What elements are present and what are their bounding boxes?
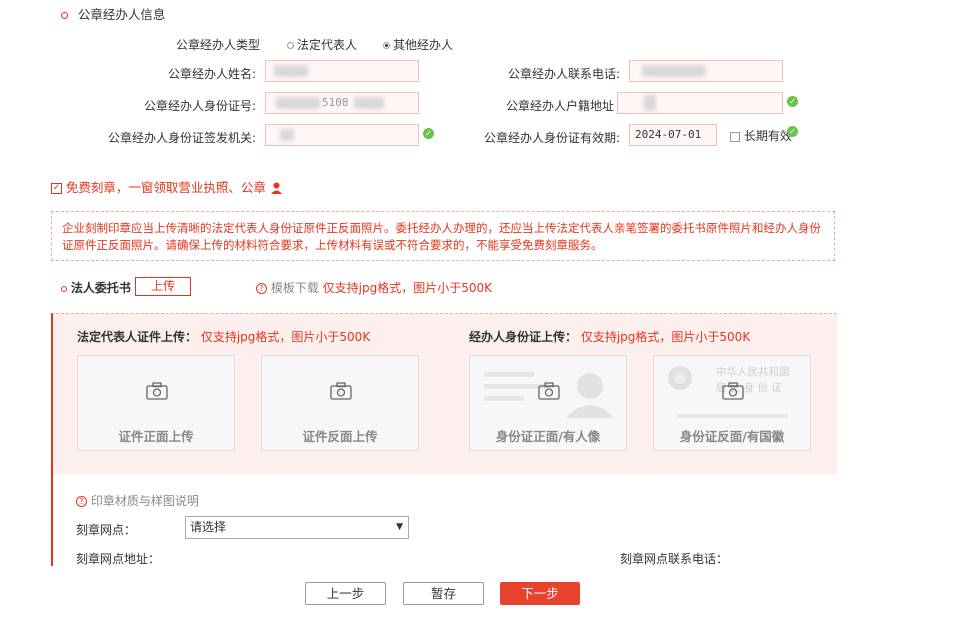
placeholder-line: [678, 414, 788, 418]
notice-text: 企业刻制印章应当上传清晰的法定代表人身份证原件正反面照片。委托经办人办理的，还应…: [62, 221, 821, 252]
authorization-label: 法人委托书: [70, 281, 131, 295]
seal-site-select[interactable]: 请选择 ▼: [185, 516, 409, 539]
issuer-label: 公章经办人身份证签发机关:: [107, 131, 256, 145]
legal-upload-title: 法定代表人证件上传：: [77, 330, 198, 344]
free-seal-label: 免费刻章，一窗领取营业执照、公章: [65, 180, 266, 195]
redacted-text: [274, 65, 308, 77]
radio-other-agent[interactable]: 其他经办人: [383, 36, 453, 53]
id-front-upload-card[interactable]: 证件正面上传: [77, 355, 235, 451]
check-circle-icon: ✓: [423, 128, 434, 139]
seal-site-address-label: 刻章网点地址：: [76, 552, 161, 566]
prev-step-button[interactable]: 上一步: [305, 582, 386, 605]
emblem-line-1: 中华人民共和国: [716, 366, 790, 378]
camera-icon: [146, 382, 168, 400]
redacted-text: [280, 129, 294, 141]
authorization-row: 法人委托书: [61, 279, 131, 296]
radio-other-agent-label: 其他经办人: [393, 38, 454, 52]
question-circle-icon: ?: [76, 496, 87, 507]
agent-phone-input[interactable]: [629, 60, 783, 82]
camera-icon: [538, 382, 560, 400]
camera-icon: [330, 382, 352, 400]
free-seal-checkbox[interactable]: ✓ 免费刻章，一窗领取营业执照、公章: [51, 177, 283, 196]
long-term-checkbox[interactable]: 长期有效: [730, 127, 792, 144]
seal-site-phone-label: 刻章网点联系电话：: [620, 552, 729, 566]
redacted-text: [276, 97, 320, 109]
household-label: 公章经办人户籍地址: [505, 99, 614, 113]
section-dot-icon: [61, 12, 68, 19]
checkbox-checked-icon: ✓: [51, 183, 62, 194]
agent-upload-header: 经办人身份证上传： 仅支持jpg格式，图片小于500K: [469, 328, 750, 345]
dropdown-arrow-icon: ▼: [396, 522, 403, 532]
seal-site-select-value: 请选择: [190, 520, 227, 534]
checkbox-icon: [730, 131, 740, 142]
template-download-row: ? 模板下载 仅支持jpg格式，图片小于500K: [256, 279, 492, 296]
agent-id-back-upload-caption: 身份证反面/有国徽: [679, 429, 785, 444]
agent-id-partial: 5108: [322, 96, 349, 109]
section-title: 公章经办人信息: [77, 7, 166, 22]
id-back-upload-card[interactable]: 证件反面上传: [261, 355, 419, 451]
authorization-upload-button[interactable]: 上传: [135, 277, 191, 296]
check-circle-icon: ✓: [787, 96, 798, 107]
notice-box: 企业刻制印章应当上传清晰的法定代表人身份证原件正反面照片。委托经办人办理的，还应…: [51, 211, 835, 261]
id-back-upload-caption: 证件反面上传: [302, 429, 378, 444]
legal-upload-header: 法定代表人证件上传： 仅支持jpg格式，图片小于500K: [77, 328, 370, 345]
check-circle-icon: ✓: [787, 126, 798, 137]
radio-legal-rep-label: 法定代表人: [297, 38, 358, 52]
section-header: 公章经办人信息: [61, 4, 165, 23]
agent-name-label: 公章经办人姓名:: [167, 67, 256, 81]
agent-upload-title: 经办人身份证上传：: [469, 330, 578, 344]
agent-id-back-upload-card[interactable]: 中华人民共和国 居 民 身 份 证 身份证反面/有国徽: [653, 355, 811, 451]
agent-name-input[interactable]: [265, 60, 419, 82]
section-dot-icon: [61, 286, 67, 292]
radio-icon: [287, 42, 294, 49]
agent-id-label: 公章经办人身份证号:: [143, 99, 256, 113]
long-term-label: 长期有效: [743, 129, 792, 143]
material-info-link[interactable]: 印章材质与样图说明: [91, 494, 199, 508]
agent-phone-label: 公章经办人联系电话:: [507, 67, 620, 81]
legal-upload-hint: 仅支持jpg格式，图片小于500K: [200, 330, 371, 344]
agent-upload-hint: 仅支持jpg格式，图片小于500K: [580, 330, 751, 344]
agent-id-front-upload-card[interactable]: 身份证正面/有人像: [469, 355, 627, 451]
template-download-link[interactable]: 模板下载: [271, 281, 319, 295]
household-input[interactable]: [617, 92, 783, 114]
agent-id-front-upload-caption: 身份证正面/有人像: [495, 429, 601, 444]
national-emblem-icon: [668, 366, 692, 390]
save-draft-button[interactable]: 暂存: [403, 582, 484, 605]
issuer-input[interactable]: [265, 124, 419, 146]
upload-panel: 法定代表人证件上传： 仅支持jpg格式，图片小于500K 经办人身份证上传： 仅…: [51, 313, 837, 474]
seal-site-label: 刻章网点：: [76, 523, 137, 537]
format-hint: 仅支持jpg格式，图片小于500K: [322, 281, 493, 295]
question-circle-icon: ?: [256, 283, 267, 294]
agent-type-label: 公章经办人类型: [175, 38, 260, 52]
validity-input[interactable]: 2024-07-01: [629, 124, 717, 146]
person-icon: [270, 182, 282, 194]
redacted-text: [644, 95, 656, 111]
camera-icon: [722, 382, 744, 400]
redacted-text: [354, 97, 384, 109]
redacted-text: [642, 65, 706, 77]
id-front-upload-caption: 证件正面上传: [118, 429, 194, 444]
agent-id-input[interactable]: 5108: [265, 92, 419, 114]
material-info-row: ? 印章材质与样图说明: [76, 492, 199, 509]
next-step-button[interactable]: 下一步: [500, 582, 580, 605]
radio-legal-rep[interactable]: 法定代表人: [287, 36, 357, 53]
section-accent-bar: [51, 473, 53, 566]
validity-label: 公章经办人身份证有效期:: [483, 131, 620, 145]
radio-selected-icon: [383, 42, 390, 49]
